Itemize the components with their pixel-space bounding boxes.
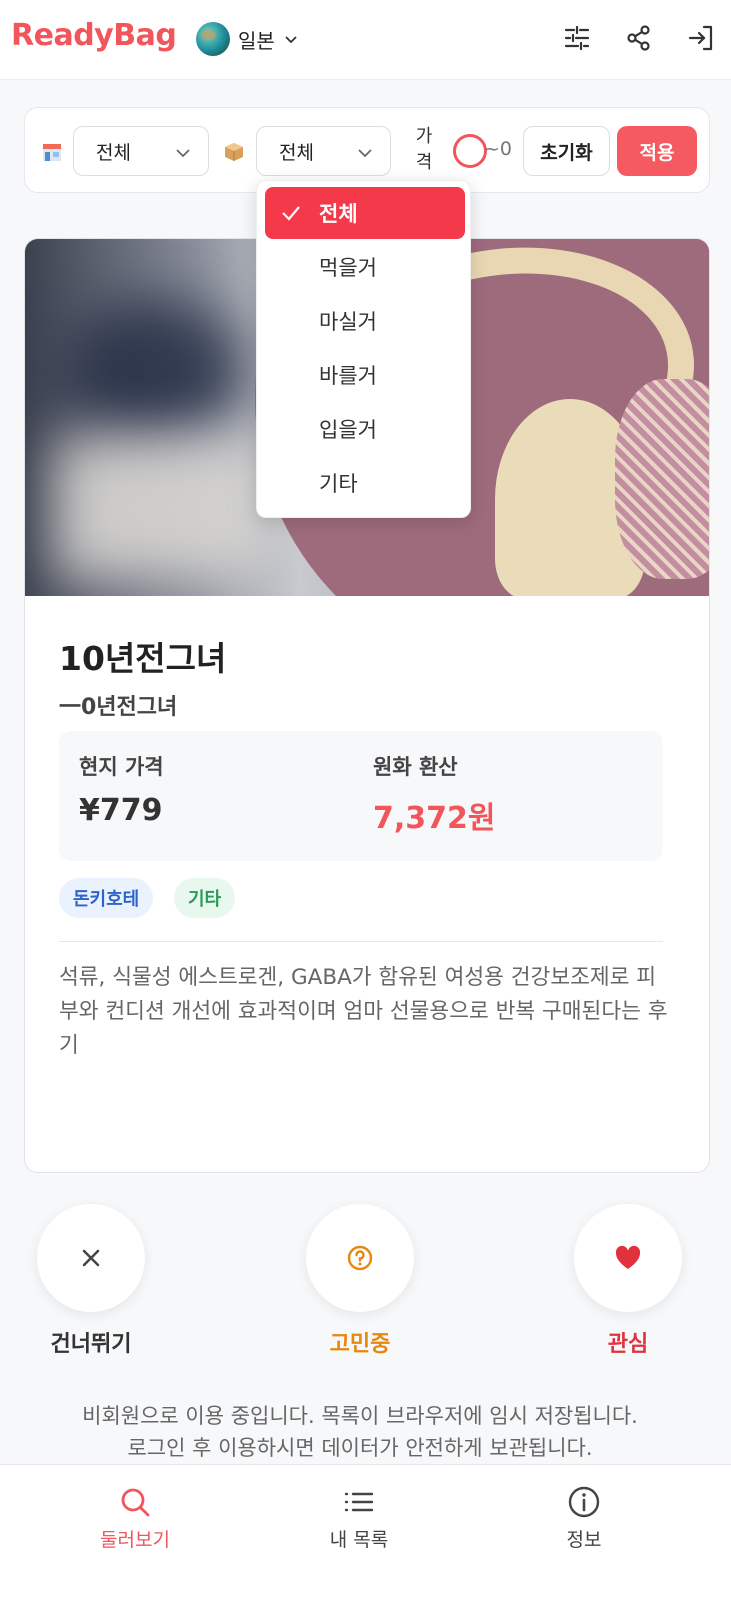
store-select-value: 전체 <box>96 141 131 164</box>
chevron-down-icon <box>358 149 372 158</box>
chevron-down-icon <box>285 36 297 44</box>
dropdown-option-cosmetic[interactable]: 바를거 <box>265 349 465 401</box>
thinking-label: 고민중 <box>329 1332 391 1357</box>
product-title: 10년전그녀 <box>59 639 227 678</box>
dropdown-option-food[interactable]: 먹을거 <box>265 241 465 293</box>
interest-button[interactable] <box>574 1204 682 1312</box>
login-icon[interactable] <box>685 22 717 54</box>
store-tag: 돈키호테 <box>59 878 154 918</box>
local-price: ¥779 <box>79 793 163 828</box>
local-price-label: 현지 가격 <box>79 755 164 779</box>
category-select-value: 전체 <box>279 141 314 164</box>
search-icon <box>121 1488 150 1517</box>
nav-my-list[interactable]: 내 목록 <box>289 1485 429 1552</box>
nav-browse[interactable]: 둘러보기 <box>65 1485 205 1552</box>
nav-info[interactable]: 정보 <box>514 1485 654 1552</box>
price-box: 현지 가격 ¥779 원화 환산 7,372원 <box>59 731 663 861</box>
guest-notice: 비회원으로 이용 중입니다. 목록이 브라우저에 임시 저장됩니다. 로그인 후… <box>0 1400 720 1464</box>
dropdown-option-all[interactable]: 전체 <box>265 187 465 239</box>
store-select[interactable]: 전체 <box>73 126 209 176</box>
filter-sliders-icon[interactable] <box>561 22 593 54</box>
price-label: 가격 <box>415 126 433 173</box>
country-selector[interactable]: 일본 <box>196 22 299 56</box>
list-icon <box>344 1492 374 1512</box>
info-icon <box>568 1486 600 1518</box>
product-description: 석류, 식물성 에스트로겐, GABA가 함유된 여성용 건강보조제로 피부와 … <box>59 965 668 1058</box>
share-icon[interactable] <box>623 22 655 54</box>
dropdown-option-clothing[interactable]: 입을거 <box>265 403 465 455</box>
interest-label: 관심 <box>607 1332 649 1357</box>
nav-info-label: 정보 <box>566 1529 602 1551</box>
nav-my-list-label: 내 목록 <box>329 1529 389 1551</box>
skip-button[interactable] <box>37 1204 145 1312</box>
reset-button[interactable]: 초기화 <box>523 126 610 176</box>
app-logo[interactable]: ReadyBag <box>11 18 177 53</box>
price-range-text: ~0 <box>484 138 513 160</box>
bottom-nav: 둘러보기 내 목록 정보 <box>0 1464 731 1600</box>
product-subtitle: 一0년전그녀 <box>59 695 178 720</box>
dropdown-option-drink[interactable]: 마실거 <box>265 295 465 347</box>
divider <box>59 941 663 942</box>
krw-price: 7,372원 <box>373 801 496 836</box>
package-icon <box>225 143 243 161</box>
store-icon <box>43 144 61 161</box>
app-header: ReadyBag 일본 <box>0 0 731 80</box>
close-icon <box>82 1249 100 1267</box>
guest-notice-line1: 비회원으로 이용 중입니다. 목록이 브라우저에 임시 저장됩니다. <box>82 1404 638 1428</box>
category-select[interactable]: 전체 <box>256 126 391 176</box>
country-label: 일본 <box>238 28 275 53</box>
question-circle-icon <box>347 1245 373 1271</box>
check-icon <box>282 206 300 221</box>
heart-icon <box>615 1245 641 1269</box>
price-slider-handle[interactable] <box>453 134 487 168</box>
category-dropdown-menu: 전체 먹을거 마실거 바를거 입을거 기타 <box>256 180 471 518</box>
krw-price-label: 원화 환산 <box>373 755 458 779</box>
category-tag: 기타 <box>174 878 236 918</box>
skip-label: 건너뛰기 <box>50 1332 132 1357</box>
globe-icon <box>196 22 230 56</box>
apply-button[interactable]: 적용 <box>617 126 697 176</box>
nav-browse-label: 둘러보기 <box>100 1529 170 1551</box>
guest-notice-line2: 로그인 후 이용하시면 데이터가 안전하게 보관됩니다. <box>127 1436 593 1460</box>
chevron-down-icon <box>176 149 190 158</box>
dropdown-option-other[interactable]: 기타 <box>265 457 465 509</box>
thinking-button[interactable] <box>306 1204 414 1312</box>
